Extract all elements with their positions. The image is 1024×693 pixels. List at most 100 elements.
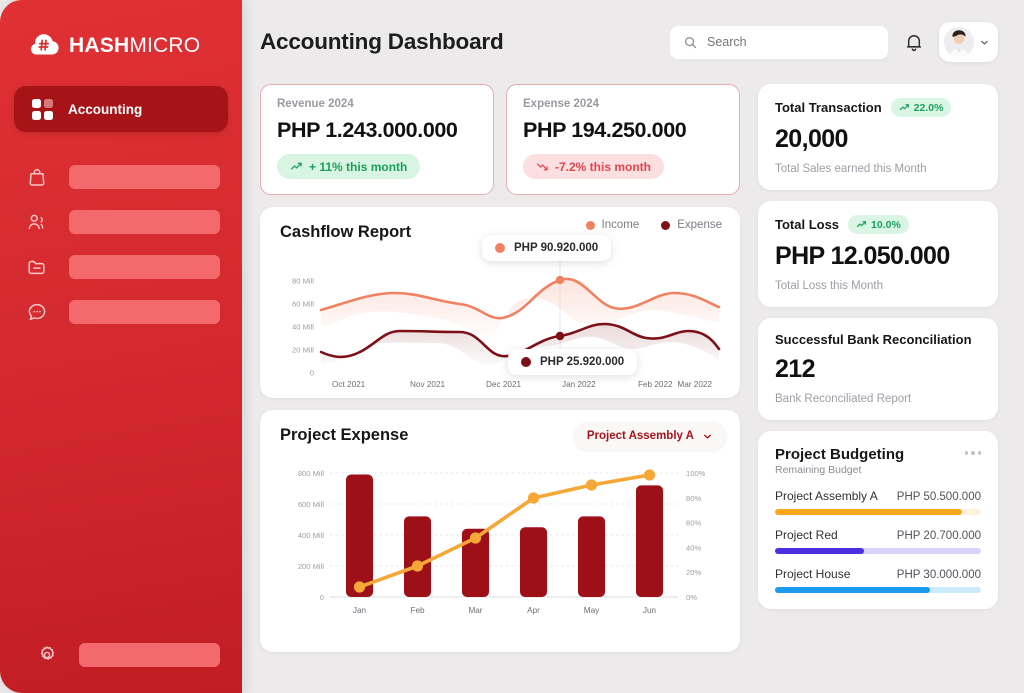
svg-text:Oct 2021: Oct 2021 (332, 380, 366, 389)
tooltip-label: PHP 25.920.000 (540, 356, 624, 368)
budget-progress-fill (775, 587, 930, 593)
svg-text:May: May (584, 606, 600, 615)
sidebar-placeholder-bar (69, 300, 220, 324)
project-selector[interactable]: Project Assembly A (574, 422, 726, 450)
legend-label: Income (602, 219, 640, 231)
stat-header: Total Transaction 22.0% (775, 98, 981, 117)
legend-swatch (661, 221, 670, 230)
topbar: Accounting Dashboard (260, 0, 998, 84)
trend-up-icon (899, 102, 910, 113)
svg-text:Nov 2021: Nov 2021 (410, 380, 445, 389)
budget-item: Project Red PHP 20.700.000 (775, 528, 981, 554)
budget-progress-track (775, 587, 981, 593)
svg-text:Mar: Mar (468, 606, 482, 615)
budget-item: Project Assembly A PHP 50.500.000 (775, 489, 981, 515)
kpi-card-revenue: Revenue 2024 PHP 1.243.000.000 + 11% thi… (260, 84, 494, 195)
stat-title: Successful Bank Reconciliation (775, 332, 972, 347)
svg-text:20%: 20% (686, 568, 701, 577)
budgeting-title: Project Budgeting (775, 446, 981, 463)
sidebar-placeholder-bar (69, 255, 220, 279)
svg-text:40%: 40% (686, 543, 701, 552)
project-expense-card: Project Expense Project Assembly A (260, 410, 740, 652)
budget-item-amount: PHP 20.700.000 (897, 530, 981, 542)
svg-text:0: 0 (310, 369, 314, 378)
svg-text:Feb: Feb (410, 606, 425, 615)
stat-subtitle: Total Sales earned this Month (775, 163, 981, 175)
stat-value: 20,000 (775, 125, 981, 154)
sidebar-item-placeholder-3[interactable] (0, 244, 242, 289)
budget-item-amount: PHP 30.000.000 (897, 569, 981, 581)
svg-text:Jan: Jan (353, 606, 367, 615)
sidebar-item-placeholder-1[interactable] (0, 154, 242, 199)
svg-text:Feb 2022: Feb 2022 (638, 380, 673, 389)
bell-icon[interactable] (903, 31, 925, 53)
svg-text:400 Mill: 400 Mill (298, 531, 324, 540)
cloud-hash-icon (30, 32, 60, 58)
svg-text:Dec 2021: Dec 2021 (486, 380, 521, 389)
kpi-card-expense: Expense 2024 PHP 194.250.000 -7.2% this … (506, 84, 740, 195)
budgeting-subtitle: Remaining Budget (775, 464, 981, 476)
trend-up-icon (290, 160, 303, 173)
bag-icon (26, 166, 48, 188)
main-content: Accounting Dashboard (242, 0, 1024, 693)
project-selector-value: Project Assembly A (587, 430, 694, 442)
stat-card-total-transaction: Total Transaction 22.0% 20,000 Total Sal… (758, 84, 998, 190)
sidebar-item-placeholder-2[interactable] (0, 199, 242, 244)
sidebar-placeholder-list (0, 154, 242, 334)
stat-subtitle: Total Loss this Month (775, 280, 981, 292)
search-icon (683, 35, 698, 50)
kpi-value: PHP 194.250.000 (523, 118, 723, 143)
sidebar-item-settings[interactable] (0, 643, 242, 667)
budget-item-line: Project Red PHP 20.700.000 (775, 528, 981, 542)
dashboard-root: HASHMICRO Accounting (0, 0, 1024, 693)
budget-item-line: Project Assembly A PHP 50.500.000 (775, 489, 981, 503)
search-input[interactable] (707, 35, 875, 49)
bar-apr (520, 527, 547, 597)
svg-text:200 Mill: 200 Mill (298, 562, 324, 571)
stat-trend-badge: 10.0% (848, 215, 909, 234)
more-horizontal-icon[interactable] (965, 451, 982, 455)
chat-bubble-icon (26, 301, 48, 323)
bar-jan (346, 475, 373, 598)
stat-title: Total Loss (775, 217, 839, 232)
project-expense-chart-svg: 0 200 Mill 400 Mill 600 Mill 800 Mill 0%… (274, 455, 726, 640)
cashflow-report-card: Cashflow Report Income Expense (260, 207, 740, 398)
trend-down-icon (536, 160, 549, 173)
svg-text:20 Mill: 20 Mill (292, 346, 314, 355)
svg-text:60%: 60% (686, 519, 701, 528)
stat-card-bank-reconciliation: Successful Bank Reconciliation 212 Bank … (758, 318, 998, 420)
tooltip-swatch (521, 357, 531, 367)
svg-text:800 Mill: 800 Mill (298, 469, 324, 478)
stat-trend-label: 10.0% (871, 219, 901, 231)
bar-feb (404, 516, 431, 597)
budget-item-amount: PHP 50.500.000 (897, 491, 981, 503)
budget-item-name: Project Assembly A (775, 489, 878, 503)
stat-value: 212 (775, 355, 981, 384)
stat-value: PHP 12.050.000 (775, 242, 981, 271)
left-column: Revenue 2024 PHP 1.243.000.000 + 11% thi… (260, 84, 740, 652)
kpi-label: Revenue 2024 (277, 98, 477, 110)
svg-text:80%: 80% (686, 494, 701, 503)
gear-icon (36, 644, 58, 666)
kpi-trend-label: + 11% this month (309, 160, 407, 174)
sidebar-item-label: Accounting (68, 102, 142, 117)
sidebar-item-placeholder-4[interactable] (0, 289, 242, 334)
user-menu[interactable] (939, 22, 998, 62)
stat-trend-badge: 22.0% (891, 98, 952, 117)
stat-title: Total Transaction (775, 100, 882, 115)
income-point-marker (556, 276, 564, 284)
sidebar-placeholder-bar (69, 165, 220, 189)
search-box[interactable] (669, 25, 889, 60)
brand-logo[interactable]: HASHMICRO (0, 0, 242, 58)
cashflow-legend: Income Expense (586, 219, 722, 231)
budget-progress-fill (775, 509, 962, 515)
svg-text:Jun: Jun (643, 606, 657, 615)
stat-header: Total Loss 10.0% (775, 215, 981, 234)
legend-item-expense: Expense (661, 219, 722, 231)
sidebar-placeholder-bar (79, 643, 220, 667)
cashflow-tooltip-expense: PHP 25.920.000 (508, 349, 637, 375)
sidebar-item-accounting[interactable]: Accounting (14, 86, 228, 132)
page-title: Accounting Dashboard (260, 29, 655, 55)
svg-text:Apr: Apr (527, 606, 540, 615)
kpi-value: PHP 1.243.000.000 (277, 118, 477, 143)
